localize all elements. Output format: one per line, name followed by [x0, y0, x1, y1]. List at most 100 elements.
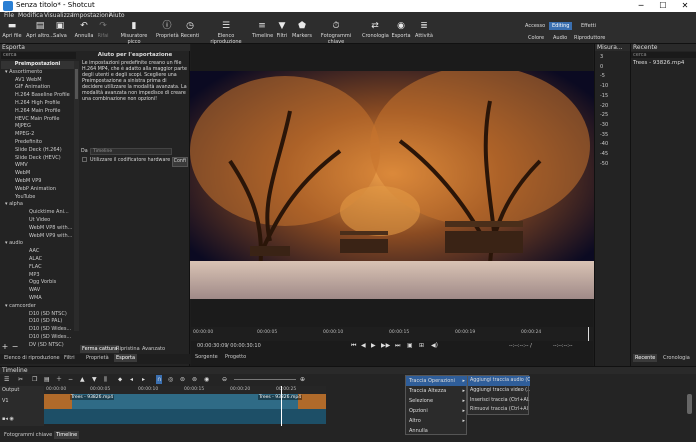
add-preset-button[interactable]: + [0, 343, 10, 351]
preset-item[interactable]: Predefinito [1, 139, 74, 147]
properties-button[interactable]: ⓘ Proprietà [156, 21, 179, 39]
preset-item[interactable]: ▾ audio [1, 240, 74, 248]
undo-button[interactable]: ↶ Annulla [74, 21, 94, 39]
preset-search-input[interactable]: cerca [1, 52, 76, 59]
timeline-playhead[interactable] [281, 386, 282, 426]
add-audio-track[interactable]: Aggiungi traccia audio (C... [468, 376, 530, 386]
timeline-button[interactable]: ≡ Timeline [252, 21, 273, 39]
tab-timeline[interactable]: Timeline [54, 431, 80, 439]
scrub-icon[interactable]: ◎ [168, 375, 173, 384]
configure-button[interactable]: Confi [171, 157, 188, 167]
track-lock-icon[interactable]: ▪◂ ◉ [2, 416, 14, 422]
preset-item[interactable]: ▾ Assortimento [1, 69, 74, 77]
preset-item[interactable]: D10 (SD Wides... [1, 326, 74, 334]
remove-track-item[interactable]: Rimuovi traccia (Ctrl+Al... [467, 405, 529, 415]
preset-scrollbar[interactable] [74, 61, 79, 331]
marker-add-icon[interactable]: ⬥ [118, 375, 122, 384]
preset-item[interactable]: ▾ alpha [1, 201, 74, 209]
recent-search-input[interactable]: cerca [631, 52, 696, 58]
viewer-scrub-bar[interactable]: 00:00:00 00:00:05 00:00:10 00:00:15 00:0… [191, 327, 593, 341]
menu-selection[interactable]: Selezione ▸ [406, 396, 468, 406]
history-button[interactable]: ⇄ Cronologia [362, 21, 389, 39]
layout-audio[interactable]: Audio [553, 35, 567, 41]
ripple-all-icon[interactable]: ⊚ [192, 375, 197, 384]
menu-impostazioni[interactable]: Impostazioni [72, 12, 110, 20]
rewind-icon[interactable]: ◀ [361, 341, 366, 351]
current-timecode[interactable]: 00:00:30:09 [197, 341, 228, 351]
menu-file[interactable]: File [4, 12, 14, 20]
tab-history[interactable]: Cronologia [661, 354, 692, 362]
filters-button[interactable]: ▼ Filtri [274, 21, 290, 39]
layout-player[interactable]: Riproduttore [574, 35, 605, 41]
zoom-out-icon[interactable]: ⊖ [222, 375, 227, 384]
preset-item[interactable]: WAV [1, 287, 74, 295]
play-icon[interactable]: ▶ [371, 341, 376, 351]
open-file-button[interactable]: ▬ Apri file [2, 21, 22, 39]
menu-options[interactable]: Opzioni ▸ [406, 406, 468, 416]
redo-button[interactable]: ↷ Rifai [96, 21, 110, 39]
preset-item[interactable]: WebM VP8 with... [1, 225, 74, 233]
timeline-scrollbar[interactable] [687, 394, 692, 414]
paste-icon[interactable]: ▤ [44, 375, 50, 384]
tab-source[interactable]: Sorgente [193, 353, 220, 361]
remove-preset-button[interactable]: − [10, 343, 20, 351]
preset-item[interactable]: Slide Deck (HEVC) [1, 155, 74, 163]
volume-icon[interactable]: ◀) [431, 341, 438, 351]
tab-filters[interactable]: Filtri [62, 354, 77, 362]
preset-item[interactable]: HEVC Main Profile [1, 116, 74, 124]
preset-item[interactable]: AV1 WebM [1, 77, 74, 85]
preset-item[interactable]: GIF Animation [1, 84, 74, 92]
preset-item[interactable]: YouTube [1, 194, 74, 202]
fast-forward-icon[interactable]: ▶▶ [381, 341, 390, 351]
layout-access[interactable]: Accesso [525, 23, 545, 29]
prev-marker-icon[interactable]: ◂ [130, 375, 133, 384]
preset-item[interactable]: WebM VP9 [1, 178, 74, 186]
tab-playlist[interactable]: Elenco di riproduzione [2, 354, 62, 362]
zoom-in-icon[interactable]: ⊕ [300, 375, 305, 384]
overwrite-icon[interactable]: ▼ [92, 375, 97, 384]
zoom-slider[interactable] [234, 379, 296, 380]
append-icon[interactable]: ＋ [56, 375, 62, 384]
scrollbar-thumb[interactable] [75, 69, 78, 99]
menu-icon[interactable]: ☰ [4, 375, 9, 384]
menu-track-operations[interactable]: Traccia Operazioni ▸ [406, 376, 468, 386]
split-icon[interactable]: ⫼ [104, 375, 107, 384]
preset-item[interactable]: Preimpostazioni [1, 61, 74, 69]
save-button[interactable]: ▣ Salva [52, 21, 68, 39]
video-frame[interactable] [190, 71, 595, 299]
from-select[interactable]: Timeline [90, 148, 172, 155]
add-video-track[interactable]: Aggiungi traccia video (... [468, 386, 530, 396]
jobs-button[interactable]: ≣ Attività [413, 21, 435, 39]
preset-item[interactable]: Quicktime Ani... [1, 209, 74, 217]
preset-item[interactable]: D10 (SD Wides... [1, 334, 74, 342]
preset-item[interactable]: WebP Animation [1, 186, 74, 194]
preset-item[interactable]: WMA [1, 295, 74, 303]
skip-next-icon[interactable]: ⏭ [395, 341, 400, 351]
copy-icon[interactable]: ❐ [32, 375, 37, 384]
preset-item[interactable]: Slide Deck (H.264) [1, 147, 74, 155]
preset-item[interactable]: AAC [1, 248, 74, 256]
preset-item[interactable]: WMV [1, 162, 74, 170]
preset-item[interactable]: ▾ camcorder [1, 303, 74, 311]
timeline-clip[interactable]: Trees - 93826.mp4 Trees - 93826.mp4 [44, 394, 326, 409]
hardware-encoder-checkbox[interactable] [82, 157, 87, 162]
zoom-icon[interactable]: ▣ [407, 341, 413, 351]
preset-item[interactable]: ALAC [1, 256, 74, 264]
close-button[interactable]: ✕ [674, 0, 696, 12]
playlist-button[interactable]: ☰ Elenco riproduzione [202, 21, 250, 45]
snap-icon[interactable]: ∩ [156, 375, 163, 384]
layout-editing[interactable]: Editing [549, 22, 573, 30]
preset-item[interactable]: MP3 [1, 272, 74, 280]
tab-properties[interactable]: Proprietà [84, 354, 111, 362]
keyframes-button[interactable]: ⏱ Fotogrammi chiave [314, 21, 358, 45]
preset-item[interactable]: MJPEG [1, 123, 74, 131]
ripple-icon[interactable]: ⊜ [180, 375, 185, 384]
preset-item[interactable]: WebM [1, 170, 74, 178]
reset-button[interactable]: Ripristina [114, 345, 142, 353]
menu-other[interactable]: Altro ▸ [406, 416, 468, 426]
peak-meter-button[interactable]: ▮ Misuratore picco [114, 21, 154, 45]
grid-icon[interactable]: ⊞ [419, 341, 424, 351]
tab-project[interactable]: Progetto [223, 353, 248, 361]
preset-item[interactable]: Ogg Vorbis [1, 279, 74, 287]
tab-recent[interactable]: Recente [633, 354, 658, 362]
